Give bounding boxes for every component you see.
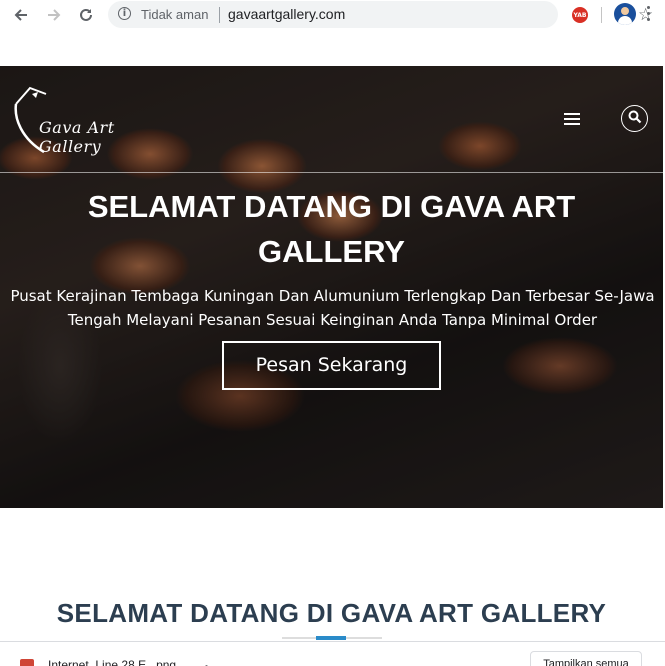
forward-arrow-icon <box>48 9 61 21</box>
info-icon[interactable]: i <box>118 7 131 20</box>
logo-text: Gava Art Gallery <box>39 118 115 156</box>
reload-icon <box>80 8 92 21</box>
hamburger-menu-icon[interactable] <box>564 113 580 125</box>
back-arrow-icon <box>14 9 27 21</box>
order-now-button[interactable]: Pesan Sekarang <box>222 341 441 390</box>
forward-button[interactable] <box>43 4 65 26</box>
toolbar-divider <box>601 7 602 23</box>
url-text[interactable]: gavaartgallery.com <box>228 6 345 22</box>
profile-avatar[interactable] <box>614 3 636 25</box>
hero-banner: Gava Art Gallery SELAMAT DATANG DI GAVA … <box>0 66 663 508</box>
hero-subtitle: Pusat Kerajinan Tembaga Kuningan Dan Alu… <box>10 287 655 329</box>
back-button[interactable] <box>10 4 32 26</box>
address-bar[interactable]: i Tidak aman gavaartgallery.com ☆ <box>108 1 653 28</box>
hero-divider <box>0 172 663 173</box>
download-bar: Internet_Line 28 E...png ︿ Tampilkan sem… <box>0 641 665 666</box>
reload-button[interactable] <box>75 4 97 26</box>
security-label: Tidak aman <box>141 7 209 22</box>
section-title: SELAMAT DATANG DI GAVA ART GALLERY <box>56 598 607 628</box>
browser-menu-icon[interactable] <box>647 6 651 21</box>
show-all-button[interactable]: Tampilkan semua <box>530 651 642 666</box>
section-underline-accent <box>316 636 346 640</box>
search-button[interactable] <box>621 105 648 132</box>
browser-toolbar: i Tidak aman gavaartgallery.com ☆ YAB <box>0 0 665 30</box>
url-separator <box>219 7 220 23</box>
site-logo[interactable]: Gava Art Gallery <box>12 84 172 156</box>
search-icon <box>628 110 642 124</box>
extension-icon[interactable]: YAB <box>572 7 588 23</box>
hero-title: SELAMAT DATANG DI GAVA ART GALLERY <box>87 189 576 269</box>
